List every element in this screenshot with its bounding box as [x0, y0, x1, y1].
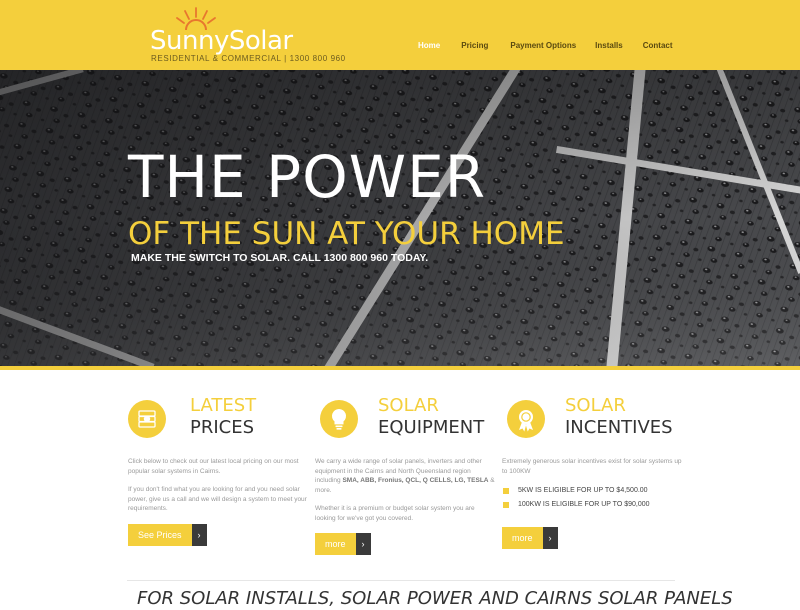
section-divider [127, 580, 675, 581]
feature-heading-line2: INCENTIVES [565, 417, 673, 438]
feature-description: Extremely generous solar incentives exis… [502, 457, 682, 485]
feature-heading-line1: SOLAR [378, 395, 439, 416]
hero-call-to-action: MAKE THE SWITCH TO SOLAR. CALL 1300 800 … [131, 252, 429, 264]
award-ribbon-icon [507, 400, 545, 438]
logo[interactable]: SunnySolar RESIDENTIAL & COMMERCIAL | 13… [150, 6, 350, 66]
main-nav: Home Pricing Payment Options Installs Co… [418, 41, 673, 50]
logo-name: SunnySolar [150, 26, 293, 56]
logo-tagline: RESIDENTIAL & COMMERCIAL | 1300 800 960 [151, 54, 346, 63]
chevron-right-icon: › [355, 533, 371, 555]
feature-paragraph: If you don't find what you are looking f… [128, 486, 307, 512]
hero-banner: THE POWER OF THE SUN AT YOUR HOME MAKE T… [0, 70, 800, 366]
button-label: See Prices [128, 524, 192, 546]
brand-list: SMA, ABB, Fronius, QCL, Q CELLS, LG, TES… [342, 477, 489, 484]
incentive-list: 5KW IS ELIGIBLE FOR UP TO $4,500.00 100K… [502, 484, 682, 512]
section-heading: FOR SOLAR INSTALLS, SOLAR POWER AND CAIR… [137, 588, 733, 609]
see-prices-button[interactable]: See Prices › [128, 524, 207, 546]
nav-home[interactable]: Home [418, 41, 440, 50]
feature-paragraph: Extremely generous solar incentives exis… [502, 458, 682, 475]
chevron-right-icon: › [542, 527, 558, 549]
chevron-right-icon: › [191, 524, 207, 546]
nav-pricing[interactable]: Pricing [461, 41, 488, 50]
lightbulb-icon [320, 400, 358, 438]
list-item: 5KW IS ELIGIBLE FOR UP TO $4,500.00 [502, 484, 682, 498]
list-item: 100KW IS ELIGIBLE FOR UP TO $90,000 [502, 498, 682, 512]
feature-heading-line1: LATEST [190, 395, 257, 416]
feature-heading-line2: PRICES [190, 417, 255, 438]
feature-heading-line2: EQUIPMENT [378, 417, 485, 438]
incentives-more-button[interactable]: more › [502, 527, 558, 549]
equipment-more-button[interactable]: more › [315, 533, 371, 555]
hero-bottom-border [0, 366, 800, 370]
feature-heading-line1: SOLAR [565, 395, 626, 416]
money-stack-icon [128, 400, 166, 438]
hero-subtitle: OF THE SUN AT YOUR HOME [128, 216, 565, 252]
feature-paragraph: We carry a wide range of solar panels, i… [315, 458, 495, 494]
site-header: SunnySolar RESIDENTIAL & COMMERCIAL | 13… [0, 0, 800, 70]
nav-contact[interactable]: Contact [643, 41, 673, 50]
button-label: more [315, 533, 356, 555]
feature-description: We carry a wide range of solar panels, i… [315, 457, 495, 532]
nav-installs[interactable]: Installs [595, 41, 623, 50]
feature-paragraph: Whether it is a premium or budget solar … [315, 505, 475, 522]
feature-description: Click below to check out our latest loca… [128, 457, 308, 523]
feature-paragraph: Click below to check out our latest loca… [128, 458, 299, 475]
nav-payment-options[interactable]: Payment Options [510, 41, 576, 50]
button-label: more [502, 527, 543, 549]
hero-title: THE POWER [128, 143, 487, 211]
